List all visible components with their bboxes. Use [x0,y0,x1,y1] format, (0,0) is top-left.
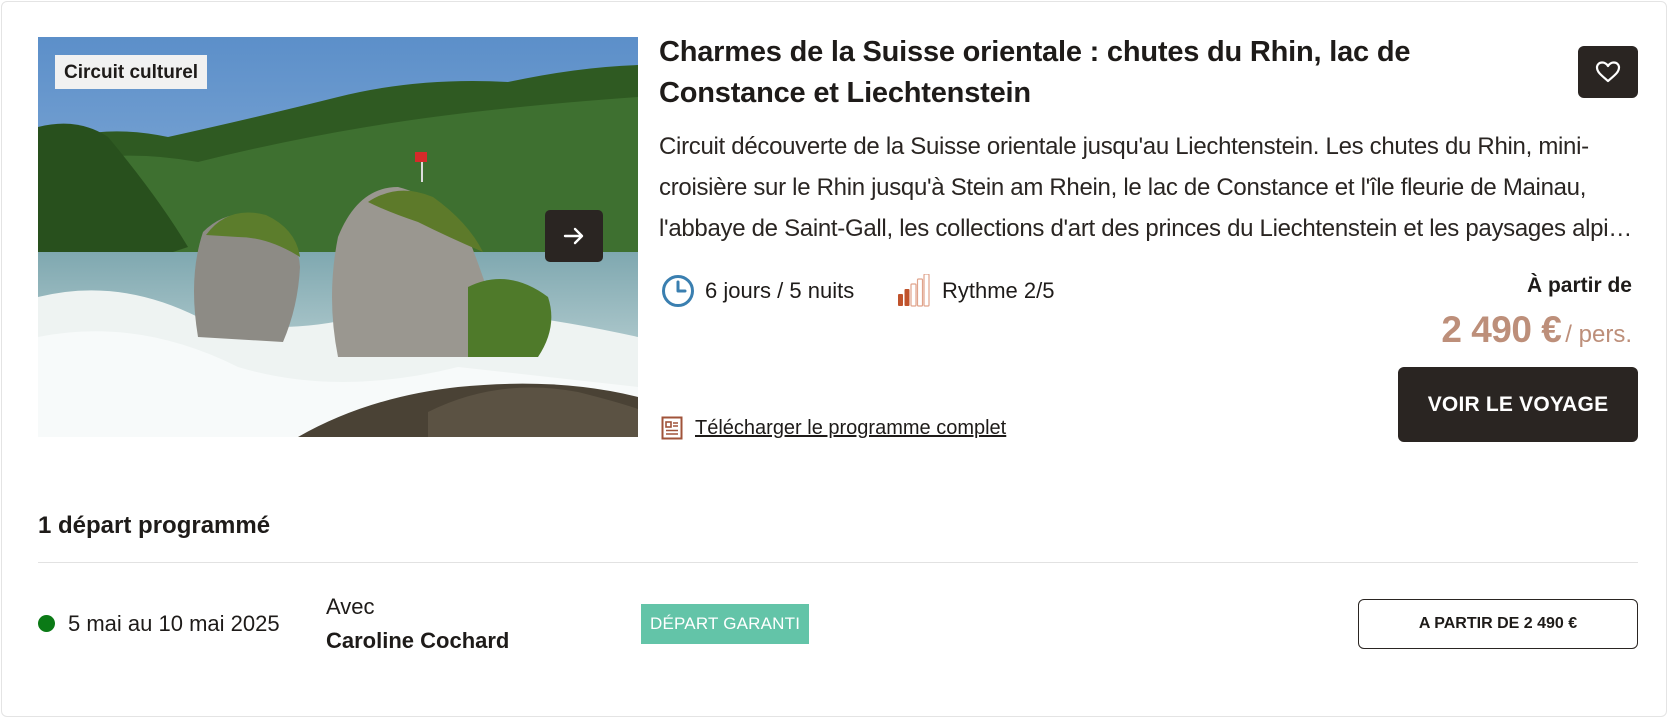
trip-duration: 6 jours / 5 nuits [661,274,854,308]
trip-photo: Circuit culturel [38,37,638,437]
rhythm-bar [923,274,930,307]
rhythm-bar [910,283,917,307]
download-program-text: Télécharger le programme complet [695,416,1007,439]
availability-dot [38,615,55,632]
price-label: À partir de [1526,274,1632,297]
departures-heading: 1 départ programmé [38,512,271,539]
view-trip-button[interactable]: VOIR LE VOYAGE [1398,367,1638,442]
departure-dates: 5 mai au 10 mai 2025 [68,611,280,636]
duration-text: 6 jours / 5 nuits [705,278,855,303]
heart-icon [1595,61,1621,83]
price-unit: / pers. [1565,321,1632,348]
rhythm-bar [898,294,903,306]
trip-price: 2 490 € / pers. [1441,309,1632,351]
departure-row: 5 mai au 10 mai 2025 Avec Caroline Cocha… [38,592,1638,662]
trip-rhythm: Rythme 2/5 [896,274,1055,308]
price-amount: 2 490 € [1441,309,1562,350]
document-icon [661,416,683,440]
guide-name: Caroline Cochard [326,628,510,653]
guide-prefix: Avec [326,594,375,619]
trip-description: Circuit découverte de la Suisse oriental… [659,133,1633,242]
favorite-button[interactable] [1578,46,1638,98]
rhythm-bar [916,278,924,307]
download-program-link[interactable]: Télécharger le programme complet [661,416,1006,440]
trip-card: Circuit culturel Charmes de la Suisse or… [1,1,1667,717]
rhythm-bar [904,289,910,306]
divider [38,562,1638,563]
rhythm-bars-icon [896,274,932,308]
category-badge: Circuit culturel [55,55,208,89]
clock-icon [661,274,695,308]
page: Circuit culturel Charmes de la Suisse or… [0,0,1670,720]
departure-price-button[interactable]: A PARTIR DE 2 490 € [1358,599,1638,649]
trip-title[interactable]: Charmes de la Suisse orientale : chutes … [659,32,1559,114]
next-image-button[interactable] [545,210,603,262]
status-badge: DÉPART GARANTI [641,604,810,644]
arrow-right-icon [563,227,584,245]
rhythm-text: Rythme 2/5 [942,278,1055,303]
